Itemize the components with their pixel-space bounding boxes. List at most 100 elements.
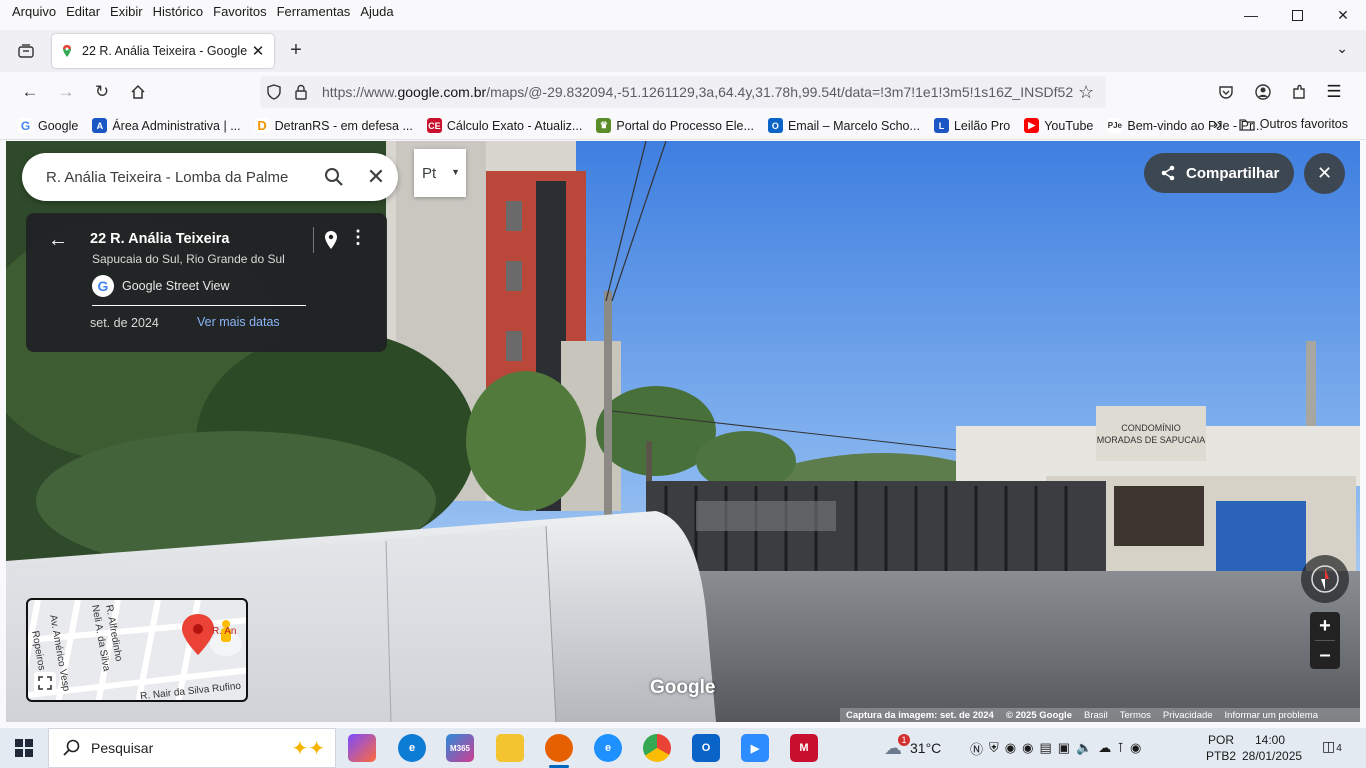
internet-explorer-icon[interactable]: e <box>594 734 622 762</box>
svg-text:CONDOMÍNIO: CONDOMÍNIO <box>1121 423 1181 433</box>
volume-icon[interactable]: 🔈 <box>1076 740 1092 756</box>
bookmark-star-icon[interactable]: ☆ <box>1078 82 1094 103</box>
location-pin-icon[interactable] <box>324 230 338 250</box>
pocket-icon[interactable] <box>1214 80 1238 104</box>
tab-list-icon[interactable] <box>14 40 38 62</box>
bookmarks-overflow-icon[interactable]: » <box>1213 116 1222 134</box>
copyright: © 2025 Google <box>1005 709 1072 721</box>
bookmark-email[interactable]: O Email – Marcelo Scho... <box>767 118 920 133</box>
windows-start-icon[interactable] <box>0 728 48 768</box>
capture-date: set. de 2024 <box>90 316 159 330</box>
more-options-icon[interactable]: ⋮ <box>349 227 367 248</box>
lock-icon[interactable] <box>294 84 308 100</box>
tab-close-icon[interactable]: ✕ <box>250 42 266 60</box>
menu-favoritos[interactable]: Favoritos <box>213 4 266 19</box>
see-more-dates-link[interactable]: Ver mais datas <box>197 315 280 329</box>
menu-editar[interactable]: Editar <box>66 4 100 19</box>
maximize-button[interactable] <box>1274 0 1320 30</box>
cloud-sync-icon[interactable]: ☁ <box>1098 740 1111 756</box>
account-icon[interactable] <box>1251 80 1275 104</box>
zoom-out-button[interactable]: – <box>1310 641 1340 669</box>
outlook-icon[interactable]: O <box>692 734 720 762</box>
expand-icon[interactable] <box>34 672 56 694</box>
report-problem-link[interactable]: Informar um problema <box>1225 710 1318 721</box>
menu-ferramentas[interactable]: Ferramentas <box>277 4 351 19</box>
notification-icon[interactable]: ◫4 <box>1322 738 1342 755</box>
menu-ajuda[interactable]: Ajuda <box>360 4 393 19</box>
hamburger-menu-icon[interactable]: ☰ <box>1322 80 1346 104</box>
other-bookmarks[interactable]: Outros favoritos <box>1239 117 1348 131</box>
menu-historico[interactable]: Histórico <box>153 4 204 19</box>
minimap[interactable]: R. Alfredinho Neli A. da Silva Av. Améri… <box>26 598 248 702</box>
location-info-card: ← 22 R. Anália Teixeira Sapucaia do Sul,… <box>26 213 387 352</box>
display-icon[interactable]: ▣ <box>1058 740 1070 756</box>
street-view-panorama[interactable]: CONDOMÍNIO MORADAS DE SAPUCAIA R. Anália… <box>6 141 1360 722</box>
mcafee-icon[interactable]: M <box>790 734 818 762</box>
menu-bar: Arquivo Editar Exibir Histórico Favorito… <box>0 0 1366 22</box>
bookmark-portal[interactable]: ♛ Portal do Processo Ele... <box>596 118 754 133</box>
file-explorer-icon[interactable] <box>496 734 524 762</box>
share-button[interactable]: Compartilhar <box>1144 153 1294 193</box>
globe-icon[interactable]: ◉ <box>1130 740 1141 756</box>
pje-icon: PJe <box>1107 118 1123 133</box>
outlook-icon: O <box>767 118 783 133</box>
reload-icon[interactable]: ↻ <box>90 80 114 104</box>
clear-search-icon[interactable]: ✕ <box>354 164 398 190</box>
menu-arquivo[interactable]: Arquivo <box>12 4 56 19</box>
security-icon[interactable]: ⛨ <box>989 740 999 756</box>
bookmark-leilao[interactable]: L Leilão Pro <box>933 118 1010 133</box>
leilao-icon: L <box>933 118 949 133</box>
caret-down-icon: ▼ <box>451 167 460 177</box>
skype-icon[interactable]: Ⓝ <box>970 739 983 758</box>
bookmark-detran[interactable]: D DetranRS - em defesa ... <box>254 118 413 133</box>
taskbar: Pesquisar ✦✦ e M365 e O ▶ M ☁ 1 31°C Ⓝ ⛨… <box>0 728 1366 768</box>
weather-widget[interactable]: ☁ 1 31°C <box>884 728 941 768</box>
maps-search-box[interactable]: R. Anália Teixeira - Lomba da Palme ✕ <box>22 153 398 201</box>
forward-icon[interactable]: → <box>54 80 78 104</box>
search-icon[interactable] <box>314 167 354 187</box>
minimap-street-label: R. An <box>212 626 237 637</box>
m365-icon[interactable]: M365 <box>446 734 474 762</box>
bookmark-calculo[interactable]: CE Cálculo Exato - Atualiz... <box>426 118 582 133</box>
maps-footer: Captura da imagem: set. de 2024 © 2025 G… <box>840 708 1360 722</box>
network-icon[interactable]: ▤ <box>1039 740 1051 756</box>
url-field[interactable]: https://www. google.com.br/maps/@-29.8320… <box>260 76 1106 108</box>
home-icon[interactable] <box>126 80 150 104</box>
chevron-down-icon[interactable]: ⌄ <box>1336 40 1348 57</box>
taskbar-search[interactable]: Pesquisar ✦✦ <box>48 728 336 768</box>
zoom-in-button[interactable]: + <box>1310 612 1340 640</box>
back-icon[interactable]: ← <box>18 80 42 104</box>
tab-google-maps[interactable]: 22 R. Anália Teixeira - Google M ✕ <box>52 34 274 68</box>
system-tray: Ⓝ ⛨ ◉ ◉ ▤ ▣ 🔈 ☁ ⊺ ◉ <box>970 728 1141 768</box>
region-link[interactable]: Brasil <box>1084 710 1108 721</box>
firefox-icon[interactable] <box>545 734 573 768</box>
url-domain: google.com.br <box>397 84 487 100</box>
location-address: 22 R. Anália Teixeira <box>90 231 230 247</box>
compass-icon[interactable] <box>1301 555 1349 603</box>
zoom-icon[interactable]: ▶ <box>741 734 769 762</box>
close-window-button[interactable]: ✕ <box>1320 0 1366 30</box>
shield-icon[interactable] <box>266 84 282 100</box>
menu-exibir[interactable]: Exibir <box>110 4 143 19</box>
search-input[interactable]: R. Anália Teixeira - Lomba da Palme <box>46 169 314 186</box>
language-indicator[interactable]: POR PTB2 <box>1206 732 1236 764</box>
bookmark-google[interactable]: G Google <box>18 118 78 133</box>
bookmark-admin[interactable]: A Área Administrativa | ... <box>92 118 241 133</box>
antivirus-icon[interactable]: ◉ <box>1005 740 1016 756</box>
minimize-button[interactable]: — <box>1228 0 1274 30</box>
clock[interactable]: 14:00 28/01/2025 <box>1242 732 1302 764</box>
input-tools-button[interactable]: Pt ▼ <box>414 149 466 197</box>
terms-link[interactable]: Termos <box>1120 710 1151 721</box>
edge-icon[interactable]: e <box>398 734 426 762</box>
notification-count: 4 <box>1336 743 1342 754</box>
app-icon[interactable]: ◉ <box>1022 740 1033 756</box>
new-tab-button[interactable]: + <box>284 38 308 62</box>
copilot-icon[interactable] <box>348 734 376 762</box>
back-arrow-icon[interactable]: ← <box>48 229 68 252</box>
bluetooth-icon[interactable]: ⊺ <box>1117 740 1124 756</box>
privacy-link[interactable]: Privacidade <box>1163 710 1213 721</box>
close-street-view-button[interactable]: ✕ <box>1304 153 1345 194</box>
extensions-icon[interactable] <box>1287 80 1311 104</box>
chrome-icon[interactable] <box>643 734 671 762</box>
bookmark-youtube[interactable]: ▶ YouTube <box>1024 118 1093 133</box>
